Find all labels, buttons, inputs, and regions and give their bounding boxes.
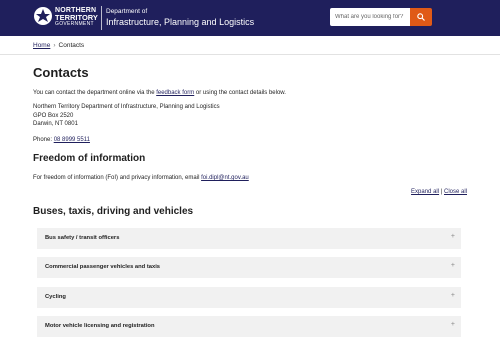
logo-wordmark: NORTHERN TERRITORY GOVERNMENT: [55, 7, 98, 28]
site-header: NORTHERN TERRITORY GOVERNMENT Department…: [0, 0, 500, 36]
plus-icon: +: [450, 321, 455, 328]
expand-all-link[interactable]: Expand all: [411, 189, 439, 195]
header-divider: [101, 6, 102, 30]
page-title: Contacts: [33, 65, 89, 80]
accordion-item-commercial-passenger-vehicles[interactable]: Commercial passenger vehicles and taxis …: [37, 257, 461, 278]
logo-line-2: TERRITORY: [55, 13, 98, 22]
accordion-item-label: Bus safety / transit officers: [45, 235, 120, 241]
foi-text: For freedom of information (FoI) and pri…: [33, 175, 202, 181]
plus-icon: +: [450, 262, 455, 269]
address-line-3: Darwin, NT 0801: [33, 121, 78, 127]
foi-heading: Freedom of information: [33, 153, 146, 164]
plus-icon: +: [450, 292, 455, 299]
nt-logo-icon: [34, 7, 52, 25]
nt-government-logo[interactable]: NORTHERN TERRITORY GOVERNMENT: [33, 6, 99, 30]
breadcrumb-chevron-icon: ›: [53, 42, 56, 49]
accordion-item-cycling[interactable]: Cycling +: [37, 287, 461, 308]
foi-paragraph: For freedom of information (FoI) and pri…: [33, 174, 249, 183]
search-icon: [417, 13, 425, 21]
address-line-2: GPO Box 2520: [33, 112, 74, 119]
intro-text-after: or using the contact details below.: [194, 90, 286, 96]
phone-label: Phone:: [33, 137, 54, 143]
breadcrumb-divider: [0, 54, 500, 55]
feedback-form-link[interactable]: feedback form: [156, 90, 194, 96]
postal-address: Northern Territory Department of Infrast…: [33, 103, 220, 129]
address-line-1: Northern Territory Department of Infrast…: [33, 104, 220, 110]
breadcrumb-current: Contacts: [58, 42, 85, 49]
section-heading: Buses, taxis, driving and vehicles: [33, 206, 194, 217]
accordion-item-motor-vehicle-licensing[interactable]: Motor vehicle licensing and registration…: [37, 316, 461, 337]
department-prefix: Department of: [106, 8, 148, 15]
intro-text-before: You can contact the department online vi…: [33, 90, 157, 96]
intro-paragraph: You can contact the department online vi…: [33, 89, 286, 98]
accordion-item-label: Cycling: [45, 294, 66, 300]
accordion-item-label: Commercial passenger vehicles and taxis: [45, 264, 161, 270]
accordion-item-bus-safety[interactable]: Bus safety / transit officers +: [37, 228, 461, 249]
site-search: [330, 8, 432, 26]
logo-line-3: GOVERNMENT: [55, 21, 94, 27]
phone-line: Phone: 08 8999 5511: [33, 136, 90, 145]
phone-link[interactable]: 08 8999 5511: [54, 137, 90, 143]
accordion-item-label: Motor vehicle licensing and registration: [45, 323, 155, 329]
foi-email-link[interactable]: foi.dipl@nt.gov.au: [201, 175, 249, 181]
close-all-link[interactable]: Close all: [444, 189, 467, 195]
search-input[interactable]: [330, 8, 410, 26]
accordion-controls: Expand all | Close all: [411, 189, 467, 195]
breadcrumb-home-link[interactable]: Home: [33, 42, 50, 49]
department-name[interactable]: Infrastructure, Planning and Logistics: [106, 17, 254, 27]
plus-icon: +: [450, 233, 455, 240]
breadcrumb: Home › Contacts: [33, 42, 84, 49]
search-button[interactable]: [410, 8, 432, 26]
